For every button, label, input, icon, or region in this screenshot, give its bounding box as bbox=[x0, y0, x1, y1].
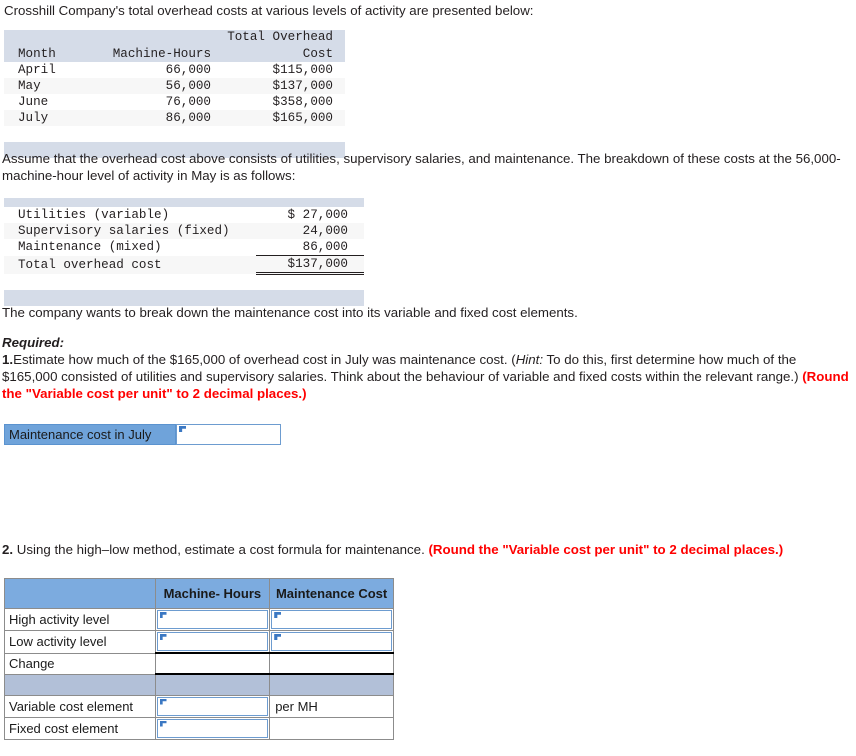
table-row-variable-cost: Variable cost element per MH bbox=[4, 694, 394, 718]
hint-label: Hint: bbox=[515, 352, 544, 367]
table-row: April 66,000 $115,000 bbox=[4, 62, 345, 78]
cell-total-amount: $137,000 bbox=[256, 255, 364, 275]
cell-overhead-cost: $358,000 bbox=[272, 95, 333, 109]
q2-label-change: Change bbox=[4, 652, 156, 675]
cost-breakdown-table: Utilities (variable) $ 27,000 Supervisor… bbox=[4, 198, 364, 306]
cell-overhead-cost: $165,000 bbox=[272, 111, 333, 125]
q2-header-blank bbox=[4, 578, 156, 609]
table-gap-row bbox=[4, 274, 364, 290]
q2-cell-fixed-mh[interactable] bbox=[154, 716, 271, 740]
question-1-number: 1. bbox=[2, 352, 14, 367]
q2-cell-change-mh bbox=[154, 652, 271, 675]
assume-paragraph: Assume that the overhead cost above cons… bbox=[2, 151, 841, 183]
header-blank-cell bbox=[4, 30, 104, 45]
q2-cell-high-mc[interactable] bbox=[269, 608, 394, 631]
cell-machine-hours: 86,000 bbox=[165, 111, 211, 125]
q2-cell-low-mc[interactable] bbox=[269, 630, 394, 654]
table-row: June 76,000 $358,000 bbox=[4, 94, 345, 110]
required-title: Required: bbox=[2, 335, 65, 350]
cell-month: April bbox=[18, 63, 56, 77]
problem-page: Crosshill Company's total overhead costs… bbox=[0, 0, 856, 756]
q2-cell-variable-unit-label: per MH bbox=[269, 694, 394, 718]
q2-cell-fixed-mc bbox=[269, 716, 394, 740]
cell-machine-hours: 56,000 bbox=[165, 79, 211, 93]
table-row-change: Change bbox=[4, 652, 394, 675]
q2-cell-change-mc bbox=[269, 652, 394, 675]
question-2-body: Using the high–low method, estimate a co… bbox=[13, 542, 429, 557]
q2-input-high-mh[interactable] bbox=[156, 610, 269, 629]
cell-overhead-cost: $137,000 bbox=[272, 79, 333, 93]
table-header-row: Month Machine-Hours Cost bbox=[4, 45, 345, 62]
cell-overhead-cost: $115,000 bbox=[272, 63, 333, 77]
maintenance-cost-july-label: Maintenance cost in July bbox=[4, 424, 176, 445]
q2-header-row: Machine- Hours Maintenance Cost bbox=[4, 578, 394, 609]
question-1-body-a: Estimate how much of the $165,000 of ove… bbox=[13, 352, 516, 367]
cell-machine-hours: 66,000 bbox=[165, 63, 211, 77]
table-total-row: Total overhead cost $137,000 bbox=[4, 255, 364, 275]
q2-cell-low-mh[interactable] bbox=[154, 630, 271, 654]
cell-machine-hours: 76,000 bbox=[165, 95, 211, 109]
table-row: July 86,000 $165,000 bbox=[4, 110, 345, 126]
table-gap-row bbox=[4, 126, 345, 142]
table-row: Maintenance (mixed) 86,000 bbox=[4, 239, 364, 256]
q2-cell-variable-mh[interactable] bbox=[154, 694, 271, 718]
cell-cost-label: Utilities (variable) bbox=[18, 208, 170, 222]
maintenance-cost-july-input[interactable] bbox=[176, 424, 281, 445]
question-1-text: 1.Estimate how much of the $165,000 of o… bbox=[2, 351, 850, 402]
question-2-rounding-note: (Round the "Variable cost per unit" to 2… bbox=[428, 542, 784, 557]
question-2-number: 2. bbox=[2, 542, 14, 557]
header-total-overhead-line2: Cost bbox=[224, 45, 345, 62]
q2-header-machine-hours: Machine- Hours bbox=[154, 578, 271, 609]
q2-header-maintenance-cost: Maintenance Cost bbox=[269, 578, 394, 609]
table-row: May 56,000 $137,000 bbox=[4, 78, 345, 94]
q2-label-fixed-cost: Fixed cost element bbox=[4, 716, 156, 740]
table-row: Supervisory salaries (fixed) 24,000 bbox=[4, 223, 364, 239]
q2-label-high-activity: High activity level bbox=[4, 608, 156, 631]
cell-month: June bbox=[18, 95, 49, 109]
high-low-method-table: Machine- Hours Maintenance Cost High act… bbox=[4, 578, 394, 740]
intro-paragraph: Crosshill Company's total overhead costs… bbox=[4, 3, 534, 18]
cell-month: July bbox=[18, 111, 49, 125]
q2-cell-high-mh[interactable] bbox=[154, 608, 271, 631]
required-block: Required: 1.Estimate how much of the $16… bbox=[2, 334, 850, 402]
table-header-row-top: Total Overhead bbox=[4, 30, 345, 45]
cell-cost-label: Maintenance (mixed) bbox=[18, 240, 162, 255]
q2-spacer-left bbox=[4, 673, 156, 696]
header-month: Month bbox=[4, 45, 104, 62]
cell-total-label: Total overhead cost bbox=[18, 257, 162, 272]
q2-input-variable-mh[interactable] bbox=[156, 696, 269, 716]
overhead-cost-table: Total Overhead Month Machine-Hours Cost … bbox=[4, 30, 345, 158]
table-spacer-row bbox=[4, 673, 394, 696]
table-row: Utilities (variable) $ 27,000 bbox=[4, 207, 364, 223]
cell-cost-label: Supervisory salaries (fixed) bbox=[18, 224, 230, 238]
table-row-low-activity: Low activity level bbox=[4, 630, 394, 654]
question-2-block: 2. Using the high–low method, estimate a… bbox=[2, 541, 852, 558]
cell-cost-amount: 24,000 bbox=[302, 224, 348, 238]
table-row-high-activity: High activity level bbox=[4, 608, 394, 631]
header-blank-cell-2 bbox=[104, 30, 224, 45]
q2-input-fixed-mh[interactable] bbox=[156, 718, 269, 738]
cell-month: May bbox=[18, 79, 41, 93]
breakdown-paragraph: The company wants to break down the main… bbox=[2, 305, 578, 320]
table-row-fixed-cost: Fixed cost element bbox=[4, 716, 394, 740]
q2-spacer-right bbox=[269, 673, 394, 696]
q2-label-low-activity: Low activity level bbox=[4, 630, 156, 654]
q2-input-low-mc[interactable] bbox=[271, 632, 392, 651]
q2-label-variable-cost: Variable cost element bbox=[4, 694, 156, 718]
q2-spacer-mid bbox=[154, 673, 271, 696]
q2-input-high-mc[interactable] bbox=[271, 610, 392, 629]
cell-cost-amount: $ 27,000 bbox=[287, 208, 348, 222]
header-total-overhead-line1: Total Overhead bbox=[224, 30, 345, 45]
q2-input-low-mh[interactable] bbox=[156, 632, 269, 651]
header-machine-hours: Machine-Hours bbox=[104, 45, 224, 62]
cell-cost-amount: 86,000 bbox=[302, 240, 348, 254]
breakdown-top-bar bbox=[4, 198, 364, 207]
